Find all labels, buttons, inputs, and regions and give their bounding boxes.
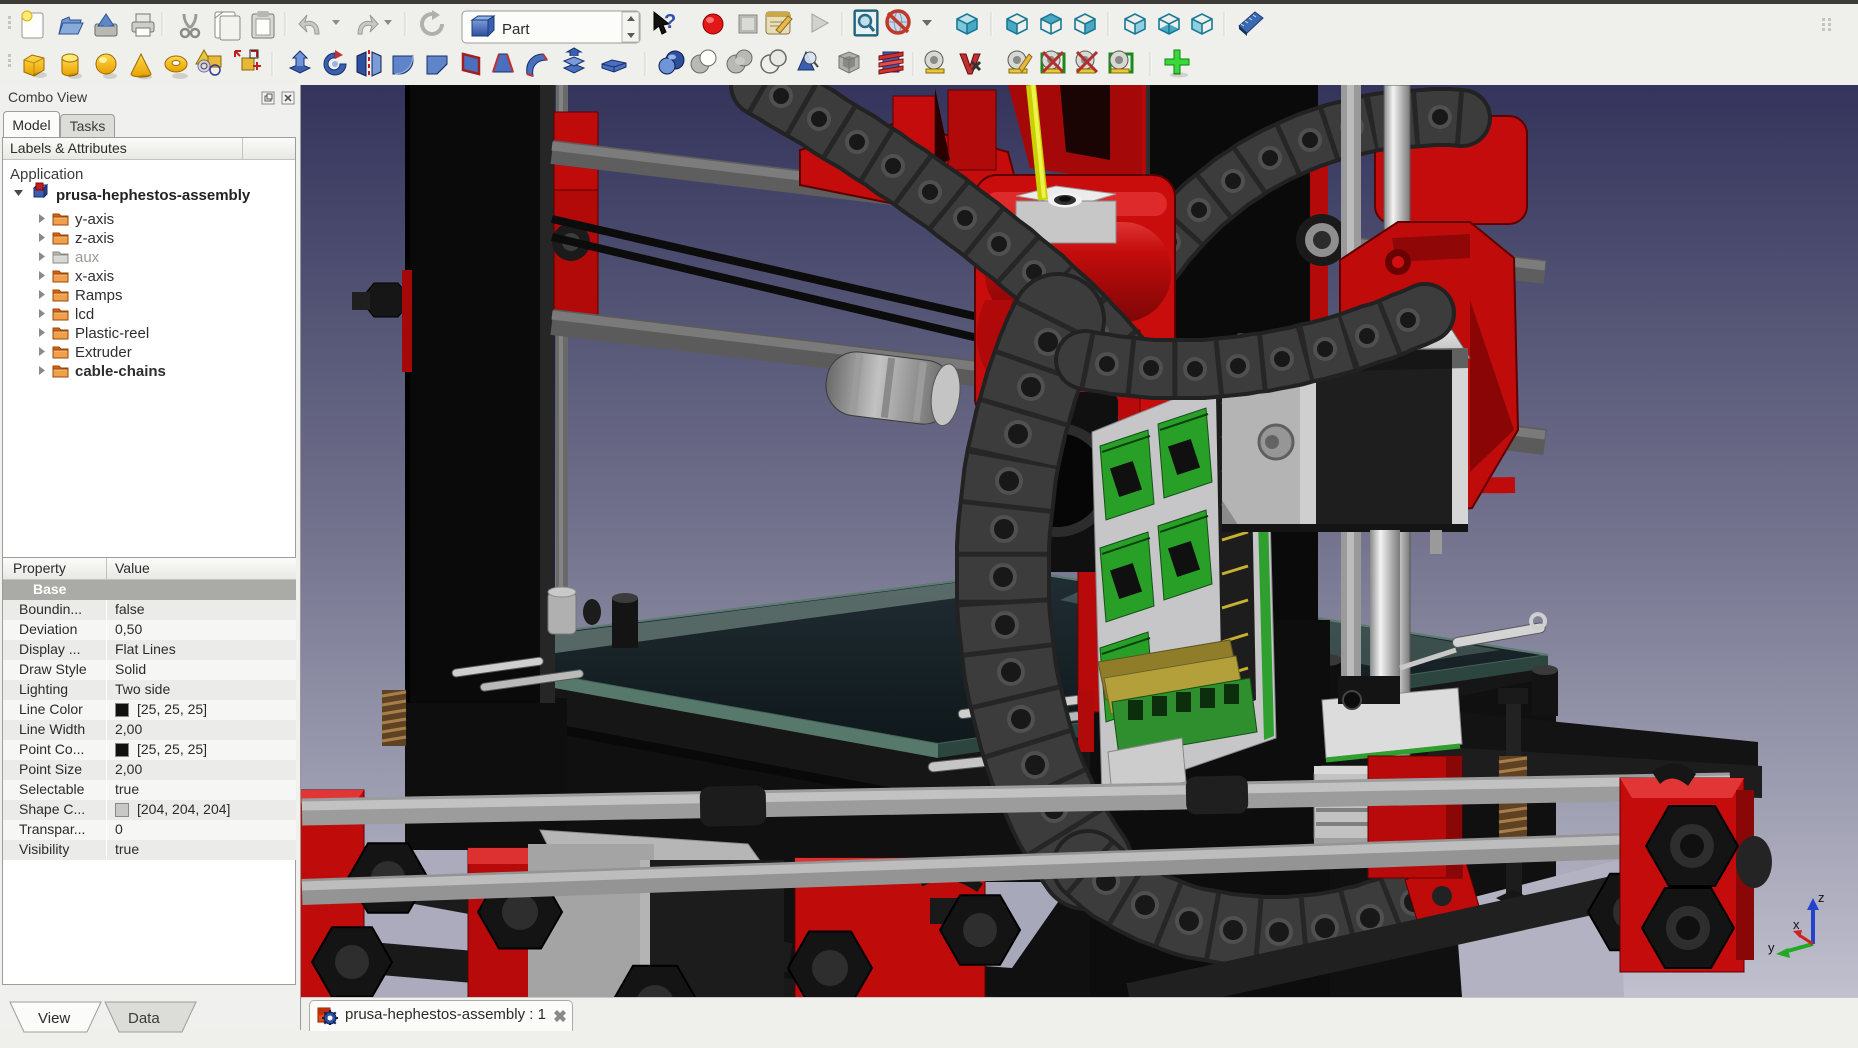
svg-text:x: x [1793, 917, 1800, 932]
svg-text:y-axis: y-axis [75, 211, 114, 228]
svg-text:Part: Part [502, 21, 530, 38]
svg-text:Data: Data [128, 1010, 160, 1027]
svg-text:aux: aux [75, 249, 100, 266]
svg-text:z-axis: z-axis [75, 230, 114, 247]
svg-text:prusa-hephestos-assembly: prusa-hephestos-assembly [56, 187, 251, 204]
svg-text:lcd: lcd [75, 306, 94, 323]
svg-text:z: z [1818, 890, 1825, 905]
svg-text:y: y [1768, 940, 1775, 955]
svg-text:x-axis: x-axis [75, 268, 114, 285]
svg-text:Plastic-reel: Plastic-reel [75, 325, 149, 342]
svg-text:Ramps: Ramps [75, 287, 123, 304]
svg-text:Extruder: Extruder [75, 344, 132, 361]
svg-text:?: ? [664, 11, 676, 33]
svg-text:View: View [38, 1010, 70, 1027]
svg-text:Application: Application [10, 166, 83, 183]
svg-text:cable-chains: cable-chains [75, 363, 166, 380]
